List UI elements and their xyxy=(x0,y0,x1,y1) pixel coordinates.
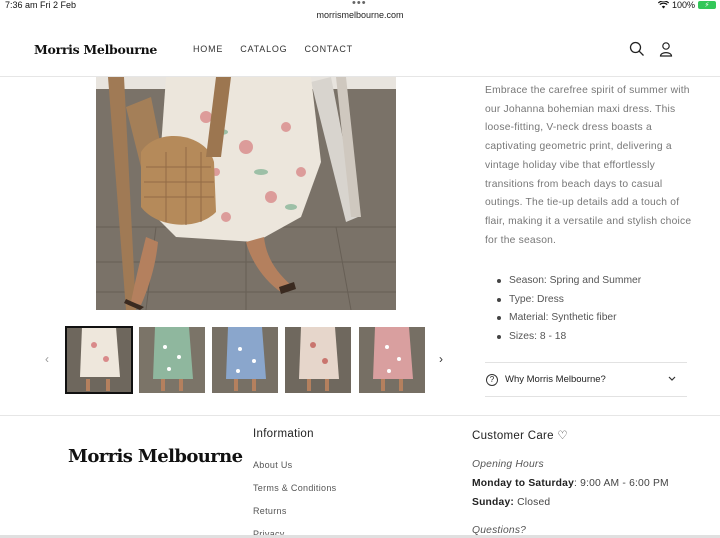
spec-material: Material: Synthetic fiber xyxy=(497,309,641,328)
footer-divider xyxy=(0,415,720,416)
nav-home[interactable]: HOME xyxy=(193,44,223,54)
wifi-icon xyxy=(657,1,669,9)
battery-percent: 100% xyxy=(671,0,695,10)
account-icon[interactable] xyxy=(658,41,674,57)
status-right: 100% ⚡ xyxy=(657,0,716,10)
customer-care-heading: Customer Care ♡ xyxy=(472,430,568,442)
status-bar: 7:36 am Fri 2 Feb ••• morrismelbourne.co… xyxy=(0,0,720,24)
chevron-down-icon xyxy=(668,376,676,381)
product-specs: Season: Spring and Summer Type: Dress Ma… xyxy=(497,272,641,347)
product-main-image[interactable] xyxy=(96,77,396,310)
spec-sizes: Sizes: 8 - 18 xyxy=(497,328,641,347)
site-header: Morris Melbourne HOME CATALOG CONTACT xyxy=(0,24,720,77)
thumbnail-5[interactable] xyxy=(359,327,425,393)
sunday-time: Closed xyxy=(514,497,551,508)
thumbnails-next-button[interactable]: › xyxy=(439,352,443,366)
site-logo[interactable]: Morris Melbourne xyxy=(34,42,157,57)
spec-season: Season: Spring and Summer xyxy=(497,272,641,291)
information-heading: Information xyxy=(253,428,314,440)
sunday-label: Sunday: xyxy=(472,497,515,508)
footer-logo[interactable]: Morris Melbourne xyxy=(68,446,243,467)
weekday-label: Monday to Saturday xyxy=(472,478,575,489)
thumbnail-2[interactable] xyxy=(139,327,205,393)
spec-type: Type: Dress xyxy=(497,291,641,310)
footer-link-terms[interactable]: Terms & Conditions xyxy=(253,483,336,493)
main-nav: HOME CATALOG CONTACT xyxy=(193,44,353,54)
accordion-label: Why Morris Melbourne? xyxy=(505,374,606,385)
nav-catalog[interactable]: CATALOG xyxy=(240,44,287,54)
sunday-hours: Sunday: Closed xyxy=(472,497,550,508)
product-description: Embrace the carefree spirit of summer wi… xyxy=(485,85,692,246)
thumbnails-prev-button[interactable]: ‹ xyxy=(45,352,49,366)
why-accordion[interactable]: ? Why Morris Melbourne? xyxy=(485,362,687,397)
search-icon[interactable] xyxy=(629,41,645,57)
thumbnail-3[interactable] xyxy=(212,327,278,393)
thumbnail-4[interactable] xyxy=(285,327,351,393)
multitask-dots-icon[interactable]: ••• xyxy=(352,0,367,9)
opening-hours-label: Opening Hours xyxy=(472,459,544,470)
weekday-hours: Monday to Saturday: 9:00 AM - 6:00 PM xyxy=(472,478,669,489)
status-date: Fri 2 Feb xyxy=(40,0,77,10)
footer-link-returns[interactable]: Returns xyxy=(253,506,287,516)
question-icon: ? xyxy=(486,373,498,386)
footer-link-about[interactable]: About Us xyxy=(253,460,292,470)
weekday-time: : 9:00 AM - 6:00 PM xyxy=(574,478,669,489)
thumbnail-carousel: ‹ › xyxy=(40,326,455,394)
thumbnail-1[interactable] xyxy=(65,326,133,394)
battery-icon: ⚡ xyxy=(698,1,716,9)
address-url[interactable]: morrismelbourne.com xyxy=(0,10,720,20)
nav-contact[interactable]: CONTACT xyxy=(304,44,352,54)
status-time: 7:36 am xyxy=(5,0,38,10)
